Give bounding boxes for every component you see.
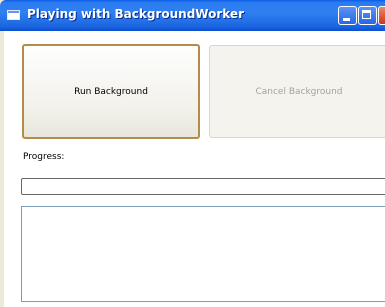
progress-label: Progress: bbox=[23, 152, 65, 162]
minimize-icon[interactable] bbox=[338, 6, 357, 25]
main-window: Playing with BackgroundWorker Run Backgr… bbox=[0, 0, 385, 307]
title-bar[interactable]: Playing with BackgroundWorker bbox=[0, 0, 385, 31]
close-icon[interactable] bbox=[378, 6, 385, 25]
cancel-background-button[interactable]: Cancel Background bbox=[209, 45, 385, 138]
window-app-icon bbox=[7, 10, 20, 20]
window-title: Playing with BackgroundWorker bbox=[27, 7, 244, 21]
cancel-background-label: Cancel Background bbox=[255, 86, 343, 97]
client-area: Run Background Cancel Background Progres… bbox=[4, 31, 385, 307]
run-background-button[interactable]: Run Background bbox=[22, 44, 200, 139]
run-background-label: Run Background bbox=[74, 86, 148, 97]
progress-bar bbox=[21, 178, 385, 195]
maximize-icon[interactable] bbox=[358, 6, 377, 25]
output-textbox[interactable] bbox=[21, 206, 385, 302]
